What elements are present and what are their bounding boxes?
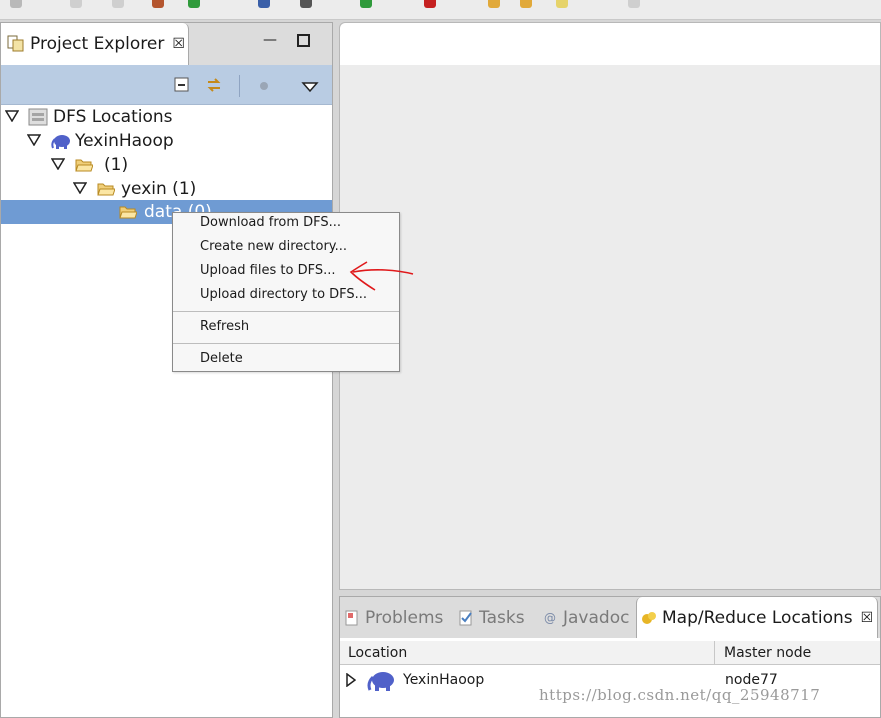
main-toolbar xyxy=(0,0,881,20)
project-explorer-tabbar: Project Explorer ☒ — xyxy=(1,23,332,65)
tab-map-reduce-locations[interactable]: Map/Reduce Locations ☒ xyxy=(636,597,878,638)
toolbar-icon[interactable] xyxy=(628,0,640,8)
tree-item-label: (1) xyxy=(104,155,129,175)
tab-javadoc[interactable]: @ Javadoc xyxy=(542,597,632,638)
menu-separator xyxy=(173,311,399,312)
close-icon[interactable]: ☒ xyxy=(172,36,185,52)
stop-icon[interactable] xyxy=(424,0,436,8)
toolbar-icon[interactable] xyxy=(70,0,82,8)
toolbar-icon[interactable] xyxy=(112,0,124,8)
bottom-tabbar: Problems Tasks @ Javadoc Map/Reduce Loca… xyxy=(340,597,880,638)
minimize-icon[interactable]: — xyxy=(261,31,279,49)
tree-item-yexin-folder[interactable]: yexin (1) xyxy=(1,177,332,201)
tree-item-yexinhaoop[interactable]: YexinHaoop xyxy=(1,129,332,153)
toolbar-icon[interactable] xyxy=(556,0,568,8)
annotation-arrow-icon xyxy=(349,261,414,291)
folder-open-icon xyxy=(119,206,137,219)
project-explorer-toolbar xyxy=(1,65,332,105)
run-icon[interactable] xyxy=(360,0,372,8)
toolbar-icon[interactable] xyxy=(152,0,164,8)
toolbar-separator xyxy=(239,75,240,97)
collapse-all-icon[interactable] xyxy=(173,76,191,94)
elephant-icon xyxy=(367,672,394,691)
mapreduce-icon xyxy=(642,611,656,624)
location-cell: YexinHaoop xyxy=(403,672,485,688)
folder-icon[interactable] xyxy=(488,0,500,8)
toolbar-icon[interactable] xyxy=(10,0,22,8)
tree-item-dfs-locations[interactable]: DFS Locations xyxy=(1,105,332,129)
tab-problems[interactable]: Problems xyxy=(344,597,454,638)
tasks-icon xyxy=(459,610,472,625)
server-stack-icon xyxy=(28,108,48,126)
tree-item-root-folder[interactable]: (1) xyxy=(1,153,332,177)
at-icon: @ xyxy=(544,610,556,625)
menu-item-refresh[interactable]: Refresh xyxy=(173,315,399,339)
column-header-location[interactable]: Location xyxy=(340,641,715,665)
elephant-icon xyxy=(51,135,70,149)
expanded-triangle-icon[interactable] xyxy=(73,182,87,194)
view-menu-icon[interactable] xyxy=(301,78,319,96)
link-with-editor-icon[interactable] xyxy=(205,76,223,94)
toolbar-icon[interactable] xyxy=(258,0,270,8)
menu-item-delete[interactable]: Delete xyxy=(173,347,399,371)
menu-separator xyxy=(173,343,399,344)
folder-open-icon xyxy=(97,183,115,196)
tab-tasks[interactable]: Tasks xyxy=(458,597,538,638)
maximize-icon[interactable] xyxy=(297,34,310,47)
column-header-master-node[interactable]: Master node xyxy=(716,641,880,665)
expanded-triangle-icon[interactable] xyxy=(51,158,65,170)
folder-icon[interactable] xyxy=(520,0,532,8)
expanded-triangle-icon[interactable] xyxy=(27,134,41,146)
tree-item-label: DFS Locations xyxy=(53,107,173,127)
menu-item-create-new-directory[interactable]: Create new directory... xyxy=(173,235,399,259)
collapsed-triangle-icon[interactable] xyxy=(346,673,356,687)
tree-item-label: YexinHaoop xyxy=(75,131,174,151)
problems-icon xyxy=(345,610,358,625)
project-explorer-tab[interactable]: Project Explorer ☒ xyxy=(1,23,189,65)
focus-icon[interactable] xyxy=(255,76,273,94)
menu-item-download-from-dfs[interactable]: Download from DFS... xyxy=(173,211,399,235)
watermark: https://blog.csdn.net/qq_25948717 xyxy=(539,686,821,704)
editor-area xyxy=(339,22,881,590)
project-explorer-icon xyxy=(7,35,24,52)
table-header: Location Master node xyxy=(340,641,880,665)
close-icon[interactable]: ☒ xyxy=(861,610,874,626)
toolbar-icon[interactable] xyxy=(300,0,312,8)
expanded-triangle-icon[interactable] xyxy=(5,110,19,122)
editor-tab-strip xyxy=(340,23,880,65)
run-icon[interactable] xyxy=(188,0,200,8)
folder-open-icon xyxy=(75,159,93,172)
tree-item-label: yexin (1) xyxy=(121,179,197,199)
project-explorer-title: Project Explorer xyxy=(30,34,165,54)
